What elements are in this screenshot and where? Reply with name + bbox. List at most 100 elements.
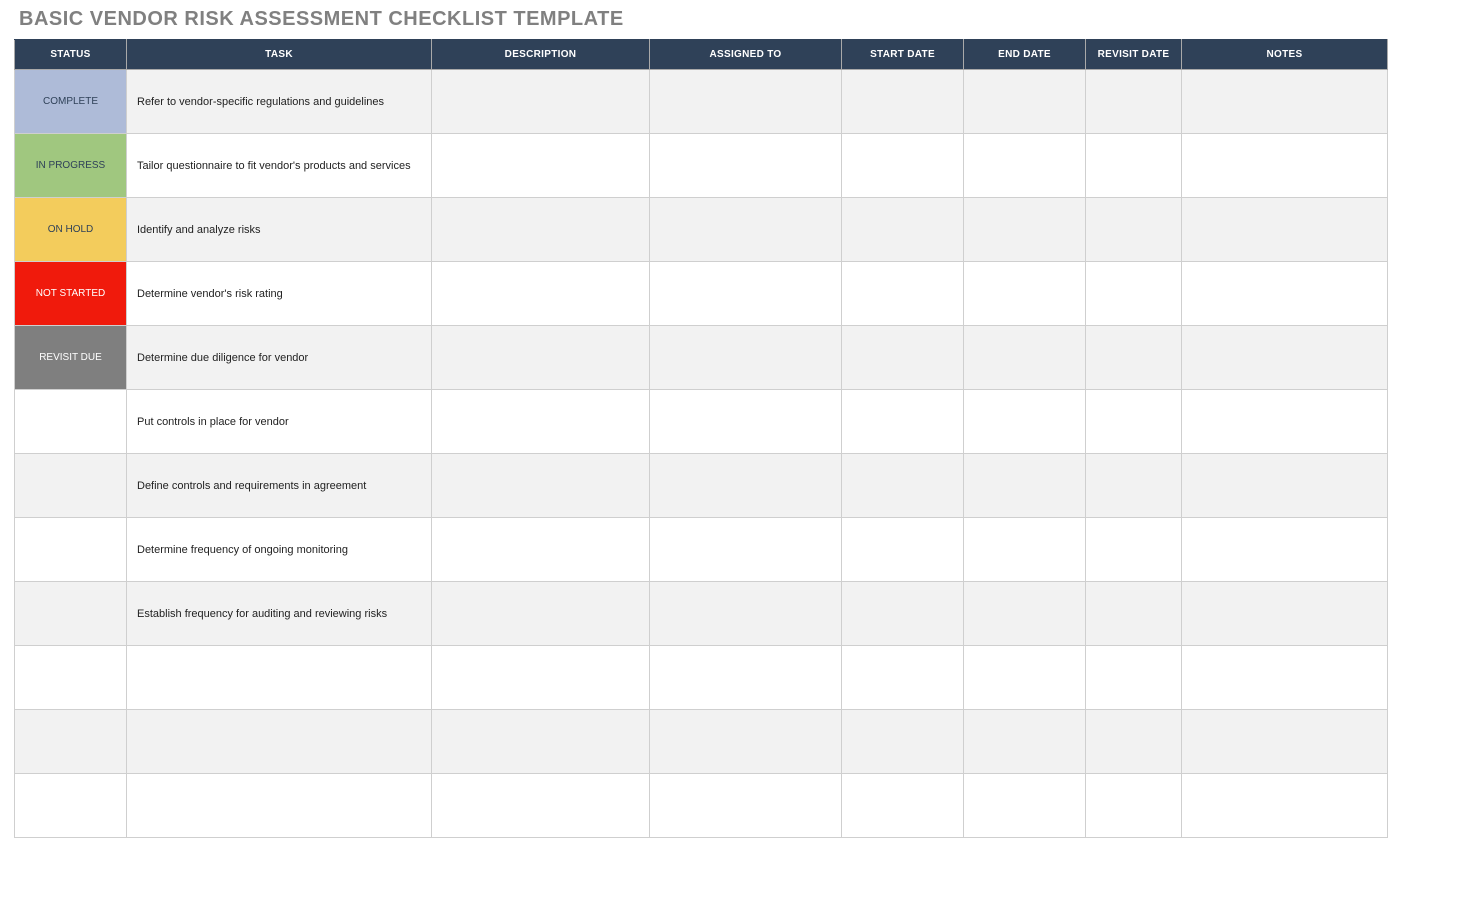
- notes-cell[interactable]: [1182, 582, 1388, 646]
- status-cell[interactable]: [15, 646, 127, 710]
- notes-cell[interactable]: [1182, 262, 1388, 326]
- assigned-to-cell[interactable]: [650, 70, 842, 134]
- notes-cell[interactable]: [1182, 454, 1388, 518]
- revisit-date-cell[interactable]: [1086, 774, 1182, 838]
- task-cell[interactable]: [127, 774, 432, 838]
- task-cell[interactable]: Establish frequency for auditing and rev…: [127, 582, 432, 646]
- description-cell[interactable]: [432, 326, 650, 390]
- description-cell[interactable]: [432, 646, 650, 710]
- task-cell[interactable]: Determine due diligence for vendor: [127, 326, 432, 390]
- revisit-date-cell[interactable]: [1086, 454, 1182, 518]
- revisit-date-cell[interactable]: [1086, 390, 1182, 454]
- status-cell[interactable]: [15, 774, 127, 838]
- description-cell[interactable]: [432, 70, 650, 134]
- revisit-date-cell[interactable]: [1086, 582, 1182, 646]
- revisit-date-cell[interactable]: [1086, 134, 1182, 198]
- end-date-cell[interactable]: [964, 262, 1086, 326]
- task-cell[interactable]: Determine vendor's risk rating: [127, 262, 432, 326]
- status-cell[interactable]: [15, 518, 127, 582]
- task-cell[interactable]: Identify and analyze risks: [127, 198, 432, 262]
- task-cell[interactable]: Determine frequency of ongoing monitorin…: [127, 518, 432, 582]
- start-date-cell[interactable]: [842, 710, 964, 774]
- assigned-to-cell[interactable]: [650, 774, 842, 838]
- end-date-cell[interactable]: [964, 582, 1086, 646]
- notes-cell[interactable]: [1182, 646, 1388, 710]
- end-date-cell[interactable]: [964, 710, 1086, 774]
- start-date-cell[interactable]: [842, 454, 964, 518]
- status-cell[interactable]: NOT STARTED: [15, 262, 127, 326]
- task-cell[interactable]: [127, 710, 432, 774]
- assigned-to-cell[interactable]: [650, 262, 842, 326]
- assigned-to-cell[interactable]: [650, 454, 842, 518]
- checklist-table: STATUS TASK DESCRIPTION ASSIGNED TO STAR…: [14, 39, 1388, 838]
- description-cell[interactable]: [432, 454, 650, 518]
- task-cell[interactable]: Put controls in place for vendor: [127, 390, 432, 454]
- description-cell[interactable]: [432, 518, 650, 582]
- revisit-date-cell[interactable]: [1086, 198, 1182, 262]
- status-cell[interactable]: [15, 710, 127, 774]
- notes-cell[interactable]: [1182, 390, 1388, 454]
- start-date-cell[interactable]: [842, 390, 964, 454]
- end-date-cell[interactable]: [964, 70, 1086, 134]
- table-row: [15, 646, 1388, 710]
- start-date-cell[interactable]: [842, 582, 964, 646]
- description-cell[interactable]: [432, 390, 650, 454]
- start-date-cell[interactable]: [842, 262, 964, 326]
- start-date-cell[interactable]: [842, 646, 964, 710]
- status-cell[interactable]: IN PROGRESS: [15, 134, 127, 198]
- start-date-cell[interactable]: [842, 326, 964, 390]
- assigned-to-cell[interactable]: [650, 582, 842, 646]
- revisit-date-cell[interactable]: [1086, 710, 1182, 774]
- status-cell[interactable]: REVISIT DUE: [15, 326, 127, 390]
- description-cell[interactable]: [432, 262, 650, 326]
- task-cell[interactable]: [127, 646, 432, 710]
- checklist-table-wrap: STATUS TASK DESCRIPTION ASSIGNED TO STAR…: [14, 39, 1376, 838]
- notes-cell[interactable]: [1182, 518, 1388, 582]
- description-cell[interactable]: [432, 710, 650, 774]
- notes-cell[interactable]: [1182, 326, 1388, 390]
- task-cell[interactable]: Tailor questionnaire to fit vendor's pro…: [127, 134, 432, 198]
- start-date-cell[interactable]: [842, 198, 964, 262]
- notes-cell[interactable]: [1182, 710, 1388, 774]
- revisit-date-cell[interactable]: [1086, 70, 1182, 134]
- assigned-to-cell[interactable]: [650, 390, 842, 454]
- start-date-cell[interactable]: [842, 774, 964, 838]
- notes-cell[interactable]: [1182, 774, 1388, 838]
- description-cell[interactable]: [432, 198, 650, 262]
- description-cell[interactable]: [432, 774, 650, 838]
- assigned-to-cell[interactable]: [650, 134, 842, 198]
- end-date-cell[interactable]: [964, 646, 1086, 710]
- assigned-to-cell[interactable]: [650, 326, 842, 390]
- end-date-cell[interactable]: [964, 774, 1086, 838]
- notes-cell[interactable]: [1182, 134, 1388, 198]
- status-cell[interactable]: [15, 582, 127, 646]
- notes-cell[interactable]: [1182, 70, 1388, 134]
- revisit-date-cell[interactable]: [1086, 646, 1182, 710]
- assigned-to-cell[interactable]: [650, 518, 842, 582]
- revisit-date-cell[interactable]: [1086, 326, 1182, 390]
- end-date-cell[interactable]: [964, 390, 1086, 454]
- assigned-to-cell[interactable]: [650, 646, 842, 710]
- start-date-cell[interactable]: [842, 134, 964, 198]
- end-date-cell[interactable]: [964, 198, 1086, 262]
- revisit-date-cell[interactable]: [1086, 518, 1182, 582]
- assigned-to-cell[interactable]: [650, 198, 842, 262]
- end-date-cell[interactable]: [964, 326, 1086, 390]
- status-cell[interactable]: [15, 390, 127, 454]
- end-date-cell[interactable]: [964, 518, 1086, 582]
- description-cell[interactable]: [432, 582, 650, 646]
- description-cell[interactable]: [432, 134, 650, 198]
- start-date-cell[interactable]: [842, 70, 964, 134]
- end-date-cell[interactable]: [964, 454, 1086, 518]
- status-cell[interactable]: [15, 454, 127, 518]
- notes-cell[interactable]: [1182, 198, 1388, 262]
- start-date-cell[interactable]: [842, 518, 964, 582]
- task-cell[interactable]: Refer to vendor-specific regulations and…: [127, 70, 432, 134]
- task-cell[interactable]: Define controls and requirements in agre…: [127, 454, 432, 518]
- status-cell[interactable]: COMPLETE: [15, 70, 127, 134]
- assigned-to-cell[interactable]: [650, 710, 842, 774]
- end-date-cell[interactable]: [964, 134, 1086, 198]
- table-row: Put controls in place for vendor: [15, 390, 1388, 454]
- revisit-date-cell[interactable]: [1086, 262, 1182, 326]
- status-cell[interactable]: ON HOLD: [15, 198, 127, 262]
